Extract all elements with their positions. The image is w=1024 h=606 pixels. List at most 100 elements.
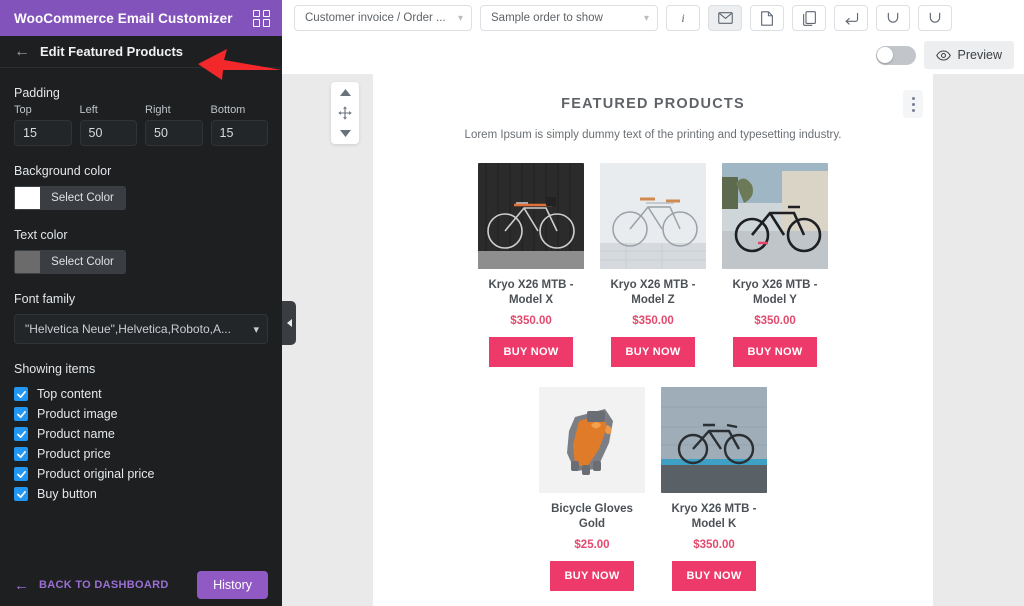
email-type-value: Customer invoice / Order ... bbox=[305, 12, 446, 24]
font-family-select[interactable]: "Helvetica Neue",Helvetica,Roboto,A... ▾ bbox=[14, 314, 268, 344]
sidebar-footer: ← BACK TO DASHBOARD History bbox=[0, 564, 282, 606]
envelope-icon bbox=[717, 12, 733, 24]
buy-now-button[interactable]: BUY NOW bbox=[672, 561, 756, 591]
product-price: $350.00 bbox=[632, 315, 674, 327]
product-card[interactable]: Kryo X26 MTB - Model Y $350.00 BUY NOW bbox=[722, 163, 828, 367]
product-price: $350.00 bbox=[754, 315, 796, 327]
responsive-toggle[interactable] bbox=[875, 45, 916, 65]
product-name: Kryo X26 MTB - Model Y bbox=[732, 279, 818, 306]
caret-up-icon bbox=[339, 89, 351, 96]
checkbox-product-price[interactable]: Product price bbox=[14, 444, 268, 464]
history-button[interactable]: History bbox=[197, 571, 268, 599]
check-icon[interactable] bbox=[14, 407, 28, 421]
undo-icon bbox=[887, 12, 899, 23]
padding-left-group: Left bbox=[79, 104, 137, 146]
padding-bottom-label: Bottom bbox=[210, 104, 246, 116]
email-sheet: FEATURED PRODUCTS Lorem Ipsum is simply … bbox=[331, 74, 933, 606]
undo-button[interactable] bbox=[876, 5, 910, 31]
chevron-left-icon bbox=[286, 319, 292, 327]
checkbox-label: Product price bbox=[37, 447, 111, 461]
buy-now-button[interactable]: BUY NOW bbox=[489, 337, 573, 367]
sample-order-value: Sample order to show bbox=[491, 12, 603, 24]
checkbox-product-original-price[interactable]: Product original price bbox=[14, 464, 268, 484]
reset-button[interactable] bbox=[834, 5, 868, 31]
chevron-down-icon: ▾ bbox=[253, 323, 259, 336]
bike-street-image bbox=[722, 163, 828, 269]
text-select-color-button[interactable]: Select Color bbox=[40, 250, 126, 274]
product-card[interactable]: Kryo X26 MTB - Model Z $350.00 BUY NOW bbox=[600, 163, 706, 367]
section-title: FEATURED PRODUCTS bbox=[561, 96, 745, 112]
padding-bottom-group: Bottom bbox=[210, 104, 268, 146]
move-down-button[interactable] bbox=[339, 129, 352, 138]
more-vertical-icon bbox=[911, 96, 915, 100]
redo-button[interactable] bbox=[918, 5, 952, 31]
product-price: $25.00 bbox=[574, 539, 610, 551]
check-icon[interactable] bbox=[14, 427, 28, 441]
font-family-label: Font family bbox=[14, 292, 76, 306]
drag-handle[interactable] bbox=[338, 106, 352, 120]
toolbar-primary: Customer invoice / Order ... ▾ Sample or… bbox=[282, 0, 1024, 36]
background-color-label: Background color bbox=[14, 164, 112, 178]
grid-icon[interactable] bbox=[253, 9, 270, 27]
check-icon[interactable] bbox=[14, 467, 28, 481]
copy-button[interactable] bbox=[792, 5, 826, 31]
check-icon[interactable] bbox=[14, 447, 28, 461]
background-color-picker[interactable]: Select Color bbox=[14, 186, 126, 210]
info-icon: i bbox=[681, 10, 685, 25]
product-name: Bicycle Gloves Gold bbox=[551, 503, 633, 530]
checkbox-label: Product image bbox=[37, 407, 118, 421]
check-icon[interactable] bbox=[14, 487, 28, 501]
checkbox-label: Product name bbox=[37, 427, 115, 441]
sample-order-select[interactable]: Sample order to show ▾ bbox=[480, 5, 658, 31]
buy-now-button[interactable]: BUY NOW bbox=[550, 561, 634, 591]
product-image bbox=[722, 163, 828, 269]
padding-left-input[interactable] bbox=[79, 120, 137, 146]
checkbox-product-image[interactable]: Product image bbox=[14, 404, 268, 424]
buy-now-button[interactable]: BUY NOW bbox=[733, 337, 817, 367]
checkbox-buy-button[interactable]: Buy button bbox=[14, 484, 268, 504]
bike-white-wall-image bbox=[600, 163, 706, 269]
info-button[interactable]: i bbox=[666, 5, 700, 31]
checkbox-label: Top content bbox=[37, 387, 102, 401]
sidebar-brand-bar: WooCommerce Email Customizer bbox=[0, 0, 282, 36]
product-card[interactable]: Bicycle Gloves Gold $25.00 BUY NOW bbox=[539, 387, 645, 591]
panel-title: Edit Featured Products bbox=[40, 44, 184, 59]
glove-orange-image bbox=[539, 387, 645, 493]
padding-right-input[interactable] bbox=[145, 120, 203, 146]
text-color-picker[interactable]: Select Color bbox=[14, 250, 126, 274]
checkbox-top-content[interactable]: Top content bbox=[14, 384, 268, 404]
background-select-color-button[interactable]: Select Color bbox=[40, 186, 126, 210]
preview-button[interactable]: Preview bbox=[923, 41, 1014, 69]
arrow-left-icon[interactable]: ← bbox=[14, 43, 30, 60]
chevron-down-icon: ▾ bbox=[643, 12, 649, 24]
padding-top-input[interactable] bbox=[14, 120, 72, 146]
padding-bottom-input[interactable] bbox=[210, 120, 268, 146]
email-canvas: FEATURED PRODUCTS Lorem Ipsum is simply … bbox=[282, 74, 1024, 606]
sidebar-collapse-handle[interactable] bbox=[282, 301, 296, 345]
product-name: Kryo X26 MTB - Model X bbox=[488, 279, 574, 306]
sidebar-body: Padding Top Left Right Bottom bbox=[0, 86, 282, 504]
text-color-swatch[interactable] bbox=[14, 250, 40, 274]
back-to-dashboard-link[interactable]: ← BACK TO DASHBOARD bbox=[14, 578, 169, 593]
eye-icon bbox=[935, 49, 951, 61]
toolbar-secondary: Preview bbox=[282, 36, 1024, 74]
send-mail-button[interactable] bbox=[708, 5, 742, 31]
product-name: Kryo X26 MTB - Model Z bbox=[610, 279, 696, 306]
product-card[interactable]: Kryo X26 MTB - Model K $350.00 BUY NOW bbox=[661, 387, 767, 591]
return-icon bbox=[845, 12, 858, 25]
check-icon[interactable] bbox=[14, 387, 28, 401]
background-color-swatch[interactable] bbox=[14, 186, 40, 210]
template-button[interactable] bbox=[750, 5, 784, 31]
buy-now-button[interactable]: BUY NOW bbox=[611, 337, 695, 367]
product-image bbox=[661, 387, 767, 493]
block-menu-button[interactable] bbox=[903, 90, 923, 118]
bike-dark-wall-image bbox=[478, 163, 584, 269]
checkbox-product-name[interactable]: Product name bbox=[14, 424, 268, 444]
email-type-select[interactable]: Customer invoice / Order ... ▾ bbox=[294, 5, 472, 31]
product-card[interactable]: Kryo X26 MTB - Model X $350.00 BUY NOW bbox=[478, 163, 584, 367]
more-vertical-icon bbox=[911, 108, 915, 112]
move-up-button[interactable] bbox=[339, 88, 352, 97]
editor-pane: Customer invoice / Order ... ▾ Sample or… bbox=[282, 0, 1024, 606]
toggle-knob bbox=[877, 47, 894, 63]
sidebar: WooCommerce Email Customizer ← Edit Feat… bbox=[0, 0, 282, 606]
